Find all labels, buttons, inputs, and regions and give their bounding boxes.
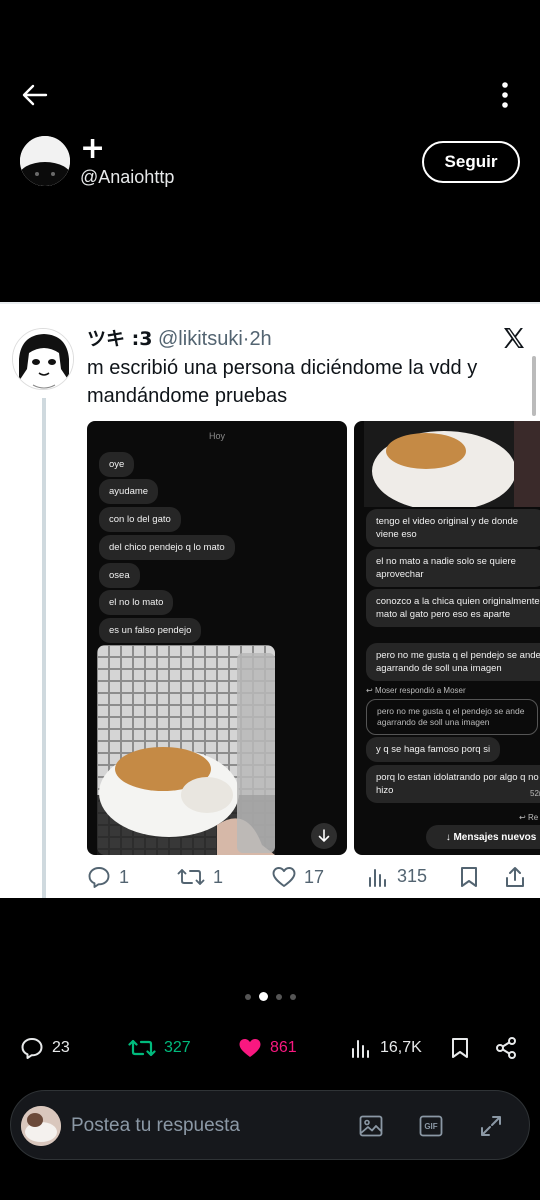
bookmark-icon — [461, 867, 477, 887]
expand-icon — [481, 1116, 501, 1136]
quoted-message: pero no me gusta q el pendejo se ande ag… — [366, 699, 538, 735]
thread-line — [42, 398, 46, 898]
back-arrow-icon — [22, 84, 48, 106]
reply-icon — [88, 867, 110, 888]
repost-icon — [128, 1039, 156, 1057]
image-icon — [359, 1115, 383, 1137]
reply-link: ↩ Re — [519, 813, 539, 822]
share-icon — [506, 867, 524, 887]
more-vertical-icon — [502, 82, 508, 108]
x-logo-icon — [502, 326, 526, 350]
heart-icon — [239, 1039, 261, 1057]
chat-date: Hoy — [208, 431, 225, 441]
embedded-actions: 1 1 17 315 — [87, 866, 537, 894]
reply-input[interactable] — [71, 1113, 341, 1139]
share-icon — [496, 1037, 516, 1059]
reply-count: 23 — [52, 1039, 70, 1056]
views-icon — [369, 868, 386, 887]
follow-button[interactable]: Seguir — [422, 141, 520, 183]
pagination-dot[interactable] — [244, 993, 251, 1000]
arrow-down-icon — [318, 829, 330, 843]
message-time: 52m — [530, 789, 540, 798]
user-avatar[interactable] — [21, 1106, 61, 1146]
repost-button[interactable]: 327 — [128, 1030, 191, 1066]
chat-message: del chico pendejo q lo mato — [99, 535, 235, 560]
repost-count: 327 — [164, 1039, 191, 1056]
share-button[interactable] — [494, 1030, 518, 1066]
author-name[interactable]: + — [80, 132, 105, 166]
post-header: + @Anaiohttp Seguir — [0, 0, 540, 300]
media-pagination — [0, 992, 540, 1001]
gif-label: GIF — [424, 1121, 438, 1131]
repost-icon — [177, 869, 205, 885]
reply-icon — [21, 1038, 43, 1059]
author-avatar[interactable] — [20, 136, 70, 186]
embedded-like-count: 17 — [304, 866, 325, 887]
chat-message: con lo del gato — [99, 507, 181, 532]
reply-note-text: Moser respondió a Moser — [374, 686, 466, 695]
reply-note: ↩ Moser respondió a Moser — [366, 686, 466, 695]
embedded-media-1[interactable]: Hoy oye ayudame con lo del gato del chic… — [87, 421, 347, 855]
embedded-scrollbar — [532, 356, 536, 416]
photo-stack — [237, 653, 275, 853]
post-actions: 23 327 861 16,7K — [0, 1030, 540, 1066]
reply-button[interactable]: 23 — [20, 1030, 70, 1066]
embedded-time: 2h — [249, 328, 272, 350]
embedded-handle: @likitsuki — [158, 328, 243, 350]
embedded-repost-count: 1 — [213, 866, 224, 887]
chat-message: tengo el video original y de donde viene… — [366, 509, 540, 547]
author-handle[interactable]: @Anaiohttp — [80, 167, 174, 188]
back-button[interactable] — [18, 78, 52, 112]
embedded-bookmark — [459, 866, 479, 888]
chat-message: osea — [99, 563, 140, 588]
embedded-repost: 1 — [177, 866, 223, 888]
embedded-reply-count: 1 — [119, 866, 130, 887]
chat-message: oye — [99, 452, 135, 477]
view-count: 16,7K — [380, 1039, 422, 1056]
embedded-share — [504, 866, 526, 888]
bookmark-button[interactable] — [450, 1030, 470, 1066]
heart-icon — [272, 867, 296, 887]
pagination-dot-active[interactable] — [258, 992, 268, 1001]
embedded-view-count: 315 — [397, 866, 428, 886]
download-button[interactable] — [311, 823, 337, 849]
embedded-text: m escribió una persona diciéndome la vdd… — [87, 357, 478, 407]
chat-message: conozco a la chica quien originalmente m… — [366, 589, 540, 627]
reply-composer: GIF — [10, 1090, 530, 1160]
bookmark-icon — [452, 1038, 468, 1058]
chat-message: y q se haga famoso porq si — [366, 737, 501, 762]
embedded-views: 315 — [367, 866, 427, 887]
chat-message: porq lo estan idolatrando por algo q no … — [366, 765, 540, 803]
expand-composer-button[interactable] — [477, 1112, 505, 1140]
add-image-button[interactable] — [357, 1112, 385, 1140]
embedded-like: 17 — [272, 866, 324, 888]
add-gif-button[interactable]: GIF — [417, 1112, 445, 1140]
embedded-avatar — [12, 328, 74, 390]
new-messages-button[interactable]: ↓ Mensajes nuevos — [426, 825, 540, 849]
pagination-dot[interactable] — [289, 993, 296, 1000]
like-button[interactable]: 861 — [238, 1030, 297, 1066]
like-count: 861 — [270, 1039, 297, 1056]
cat-photo-top — [364, 421, 540, 507]
embedded-name: ツキ :3 — [87, 328, 153, 350]
chat-message: el no mato a nadie solo se quiere aprove… — [366, 549, 540, 587]
post-image[interactable]: ツキ :3 @likitsuki·2h m escribió una perso… — [0, 302, 540, 898]
reply-link-text: Re — [527, 813, 539, 822]
chat-message: es un falso pendejo — [99, 618, 202, 643]
chat-message: el no lo mato — [99, 590, 174, 615]
chat-message: ayudame — [99, 479, 159, 504]
chat-message: pero no me gusta q el pendejo se ande ag… — [366, 643, 540, 681]
more-options-button[interactable] — [490, 78, 520, 112]
embedded-reply: 1 — [87, 866, 129, 888]
embedded-media-2[interactable]: tengo el video original y de donde viene… — [354, 421, 540, 855]
embedded-header: ツキ :3 @likitsuki·2h — [87, 326, 272, 352]
pagination-dot[interactable] — [275, 993, 282, 1000]
views-icon — [352, 1040, 369, 1058]
views-button[interactable]: 16,7K — [350, 1030, 422, 1066]
